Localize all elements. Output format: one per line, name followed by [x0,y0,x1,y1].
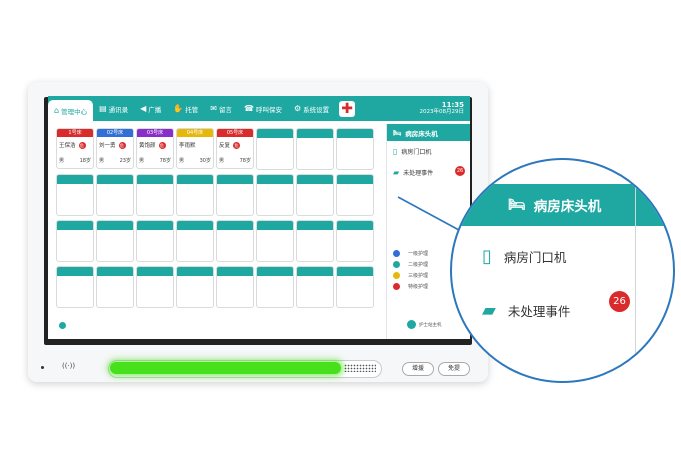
zoom-door-label: 病房门口机 [503,250,567,265]
zoom-events-label: 未处理事件 [507,304,571,319]
zoom-callout: 🛏 病房床头机 ▯ 病房门口机 ▰ 未处理事件 26 [450,158,675,383]
pending-events-icon: ▰ [482,300,496,321]
zoom-events-count: 26 [609,291,630,312]
tablet-icon: ▯ [482,246,492,267]
zoom-pending-events-row: ▰ 未处理事件 [482,300,570,321]
zoom-divider [635,184,636,381]
zoom-title: 病房床头机 [533,199,602,215]
zoom-header: 🛏 病房床头机 [452,184,673,226]
zoom-door-terminal-row: ▯ 病房门口机 [482,246,566,267]
bed-terminal-icon: 🛏 [508,197,526,213]
